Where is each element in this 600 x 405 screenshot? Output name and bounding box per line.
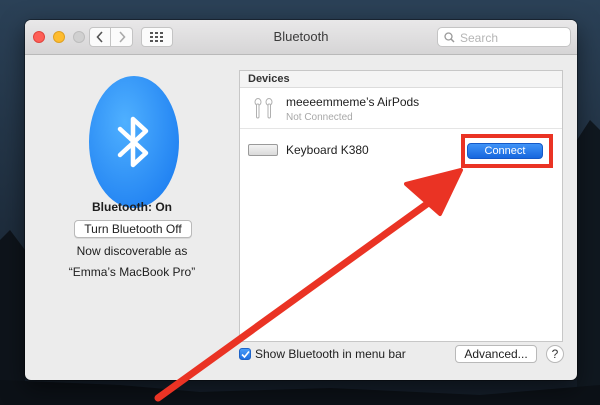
annotation-arrow (154, 168, 463, 402)
